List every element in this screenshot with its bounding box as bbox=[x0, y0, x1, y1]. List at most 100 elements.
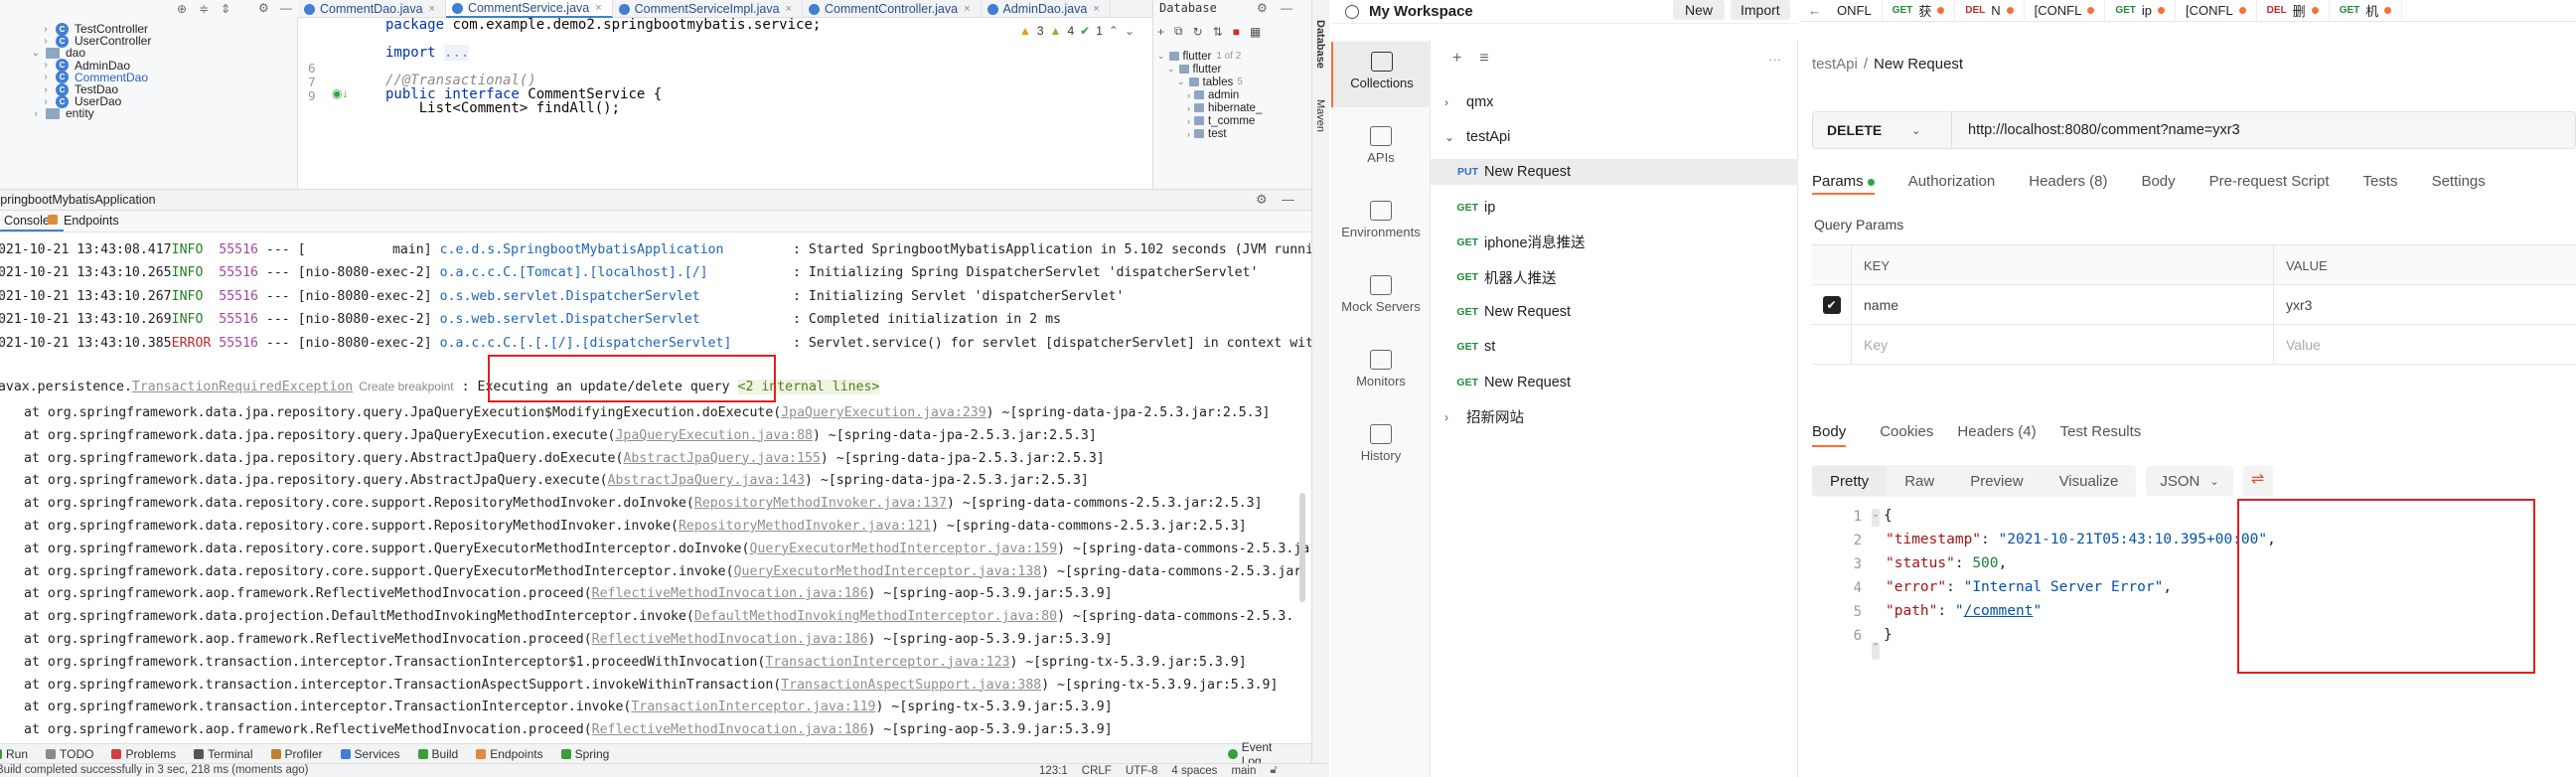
tab-resp-tests[interactable]: Test Results bbox=[2060, 423, 2142, 447]
tab-resp-headers[interactable]: Headers (4) bbox=[1957, 423, 2036, 447]
request-tab[interactable]: GET 获 bbox=[1883, 0, 1956, 22]
json-path-link[interactable]: /comment bbox=[1964, 603, 2034, 619]
db-refresh-icon[interactable]: ↻ bbox=[1193, 25, 1203, 39]
maven-tool-tab[interactable]: Maven bbox=[1314, 99, 1326, 132]
collection-request[interactable]: GET New Request bbox=[1431, 370, 1798, 395]
run-config-name[interactable]: springbootMybatisApplication bbox=[0, 193, 156, 207]
tab-headers[interactable]: Headers (8) bbox=[2029, 173, 2107, 195]
db-minimize-icon[interactable]: — bbox=[1281, 1, 1292, 15]
collection-folder[interactable]: › qmx bbox=[1431, 89, 1798, 115]
db-tree-item[interactable]: › t_comme bbox=[1187, 114, 1255, 127]
chevron-right-icon[interactable]: › bbox=[1187, 129, 1190, 139]
request-tab[interactable]: GET 机 bbox=[2330, 0, 2403, 22]
create-breakpoint-button[interactable]: Create breakpoint bbox=[359, 380, 453, 393]
tab-authorization[interactable]: Authorization bbox=[1908, 173, 1996, 195]
chevron-right-icon[interactable]: › bbox=[1187, 90, 1190, 100]
expand-icon[interactable]: ⇕ bbox=[221, 2, 230, 16]
format-select[interactable]: JSON ⌄ bbox=[2146, 466, 2233, 496]
editor-tab[interactable]: CommentController.java × bbox=[803, 0, 982, 18]
chevron-up-icon[interactable]: ⌃ bbox=[1109, 24, 1119, 38]
more-icon[interactable]: ··· bbox=[1768, 52, 1781, 67]
chevron-right-icon[interactable]: › bbox=[1187, 103, 1190, 113]
request-tab[interactable]: DEL N bbox=[1955, 0, 2025, 22]
tool-tab-terminal[interactable]: Terminal bbox=[194, 747, 253, 761]
add-collection-icon[interactable]: + bbox=[1452, 50, 1461, 68]
run-gear-icon[interactable]: ⚙ bbox=[1256, 192, 1268, 208]
frame-source-link[interactable]: AbstractJpaQuery.java:143 bbox=[608, 473, 806, 488]
frame-source-link[interactable]: RepositoryMethodInvoker.java:121 bbox=[679, 519, 931, 534]
checkbox-checked-icon[interactable]: ✔ bbox=[1822, 296, 1841, 314]
fold-open-icon[interactable]: ⌄ bbox=[1872, 509, 1880, 527]
collapse-icon[interactable]: ≑ bbox=[199, 2, 209, 16]
close-icon[interactable]: × bbox=[964, 3, 970, 15]
collection-request[interactable]: GET 机器人推送 bbox=[1431, 264, 1798, 290]
tab-resp-body[interactable]: Body bbox=[1812, 423, 1847, 447]
editor-tab[interactable]: AdminDao.java × bbox=[982, 0, 1111, 18]
tab-resp-cookies[interactable]: Cookies bbox=[1880, 423, 1933, 447]
tabs-scroll-left-icon[interactable]: ← bbox=[1808, 3, 1821, 18]
chevron-right-icon[interactable]: ⌄ bbox=[1157, 51, 1165, 62]
tab-settings[interactable]: Settings bbox=[2432, 173, 2486, 195]
exception-link[interactable]: TransactionRequiredException bbox=[132, 380, 353, 394]
chevron-right-icon[interactable]: › bbox=[40, 84, 52, 95]
nav-history[interactable]: History bbox=[1331, 414, 1431, 474]
db-tree-item[interactable]: ⌄ flutter 1 of 2 bbox=[1157, 50, 1241, 63]
key-placeholder[interactable]: Key bbox=[1864, 325, 1888, 365]
run-minimize-icon[interactable]: — bbox=[1282, 192, 1294, 207]
url-input[interactable]: http://localhost:8080/comment?name=yxr3 bbox=[1952, 122, 2240, 138]
tool-tab-build[interactable]: Build bbox=[417, 747, 458, 761]
status-widget[interactable]: main bbox=[1231, 765, 1256, 777]
tab-endpoints[interactable]: Endpoints bbox=[64, 214, 119, 228]
collection-folder[interactable]: ⌄ testApi bbox=[1431, 124, 1798, 150]
view-visualize[interactable]: Visualize bbox=[2042, 466, 2137, 496]
tool-tab-run[interactable]: Run bbox=[0, 747, 28, 761]
collection-folder[interactable]: › 招新网站 bbox=[1431, 404, 1798, 430]
frame-source-link[interactable]: JpaQueryExecution.java:88 bbox=[615, 428, 813, 443]
db-table-icon[interactable]: ▦ bbox=[1250, 25, 1261, 39]
frame-source-link[interactable]: DefaultMethodInvokingMethodInterceptor.j… bbox=[694, 609, 1057, 624]
collection-request[interactable]: GET st bbox=[1431, 334, 1798, 360]
code-editor[interactable]: ▲ 3 ▲ 4 ✔ 1 ⌃ ⌄ 6 7 9 ◉↓ package com.example.d… bbox=[298, 17, 1152, 189]
chevron-right-icon[interactable]: › bbox=[40, 60, 52, 71]
close-icon[interactable]: × bbox=[595, 2, 601, 14]
chevron-right-icon[interactable]: ⌄ bbox=[1167, 64, 1175, 75]
frame-source-link[interactable]: JpaQueryExecution.java:239 bbox=[781, 405, 985, 420]
nav-collections[interactable]: Collections bbox=[1331, 42, 1431, 107]
editor-tab[interactable]: CommentServiceImpl.java × bbox=[613, 0, 803, 18]
workspace-name[interactable]: My Workspace bbox=[1369, 3, 1473, 20]
editor-tab[interactable]: CommentService.java × bbox=[445, 0, 613, 18]
tool-tab-todo[interactable]: TODO bbox=[46, 747, 93, 761]
nav-environments[interactable]: Environments bbox=[1331, 191, 1431, 250]
collection-request[interactable]: PUT New Request bbox=[1431, 159, 1798, 186]
filter-icon[interactable]: ≡ bbox=[1479, 50, 1488, 68]
db-add-icon[interactable]: + bbox=[1157, 25, 1164, 39]
import-button[interactable]: Import bbox=[1731, 0, 1790, 20]
db-sync-icon[interactable]: ⇅ bbox=[1213, 25, 1223, 39]
param-key[interactable]: name bbox=[1864, 285, 1898, 325]
nav-mock-servers[interactable]: Mock Servers bbox=[1331, 265, 1431, 325]
tool-tab-problems[interactable]: Problems bbox=[111, 747, 176, 761]
lock-icon[interactable]: 🔓︎ bbox=[1270, 764, 1277, 777]
inspections-widget[interactable]: ▲ 3 ▲ 4 ✔ 1 ⌃ ⌄ bbox=[1019, 24, 1135, 38]
database-tool-tab[interactable]: Database bbox=[1314, 20, 1326, 69]
frame-source-link[interactable]: ReflectiveMethodInvocation.java:186 bbox=[592, 722, 868, 737]
db-tree-item[interactable]: › admin bbox=[1187, 88, 1239, 101]
tool-tab-spring[interactable]: Spring bbox=[560, 747, 609, 761]
db-stop-icon[interactable]: ■ bbox=[1233, 25, 1240, 39]
chevron-right-icon[interactable]: › bbox=[40, 72, 52, 82]
db-tree-item[interactable]: › test bbox=[1187, 127, 1227, 140]
status-widget[interactable]: UTF-8 bbox=[1126, 765, 1158, 777]
db-gear-icon[interactable]: ⚙ bbox=[1257, 1, 1268, 15]
view-preview[interactable]: Preview bbox=[1952, 466, 2041, 496]
frame-source-link[interactable]: QueryExecutorMethodInterceptor.java:159 bbox=[749, 542, 1057, 556]
status-widget[interactable]: 4 spaces bbox=[1171, 765, 1217, 777]
chevron-right-icon[interactable]: › bbox=[40, 96, 52, 107]
chevron-right-icon[interactable]: › bbox=[40, 36, 52, 47]
gear-icon[interactable]: ⚙ bbox=[258, 1, 269, 15]
tab-prerequest[interactable]: Pre-request Script bbox=[2209, 173, 2330, 195]
chevron-right-icon[interactable]: › bbox=[40, 24, 52, 35]
collection-request[interactable]: GET ip bbox=[1431, 195, 1798, 221]
close-icon[interactable]: × bbox=[1093, 3, 1099, 15]
status-widget[interactable]: CRLF bbox=[1082, 765, 1112, 777]
wrap-lines-icon[interactable]: ⇌ bbox=[2242, 466, 2273, 496]
